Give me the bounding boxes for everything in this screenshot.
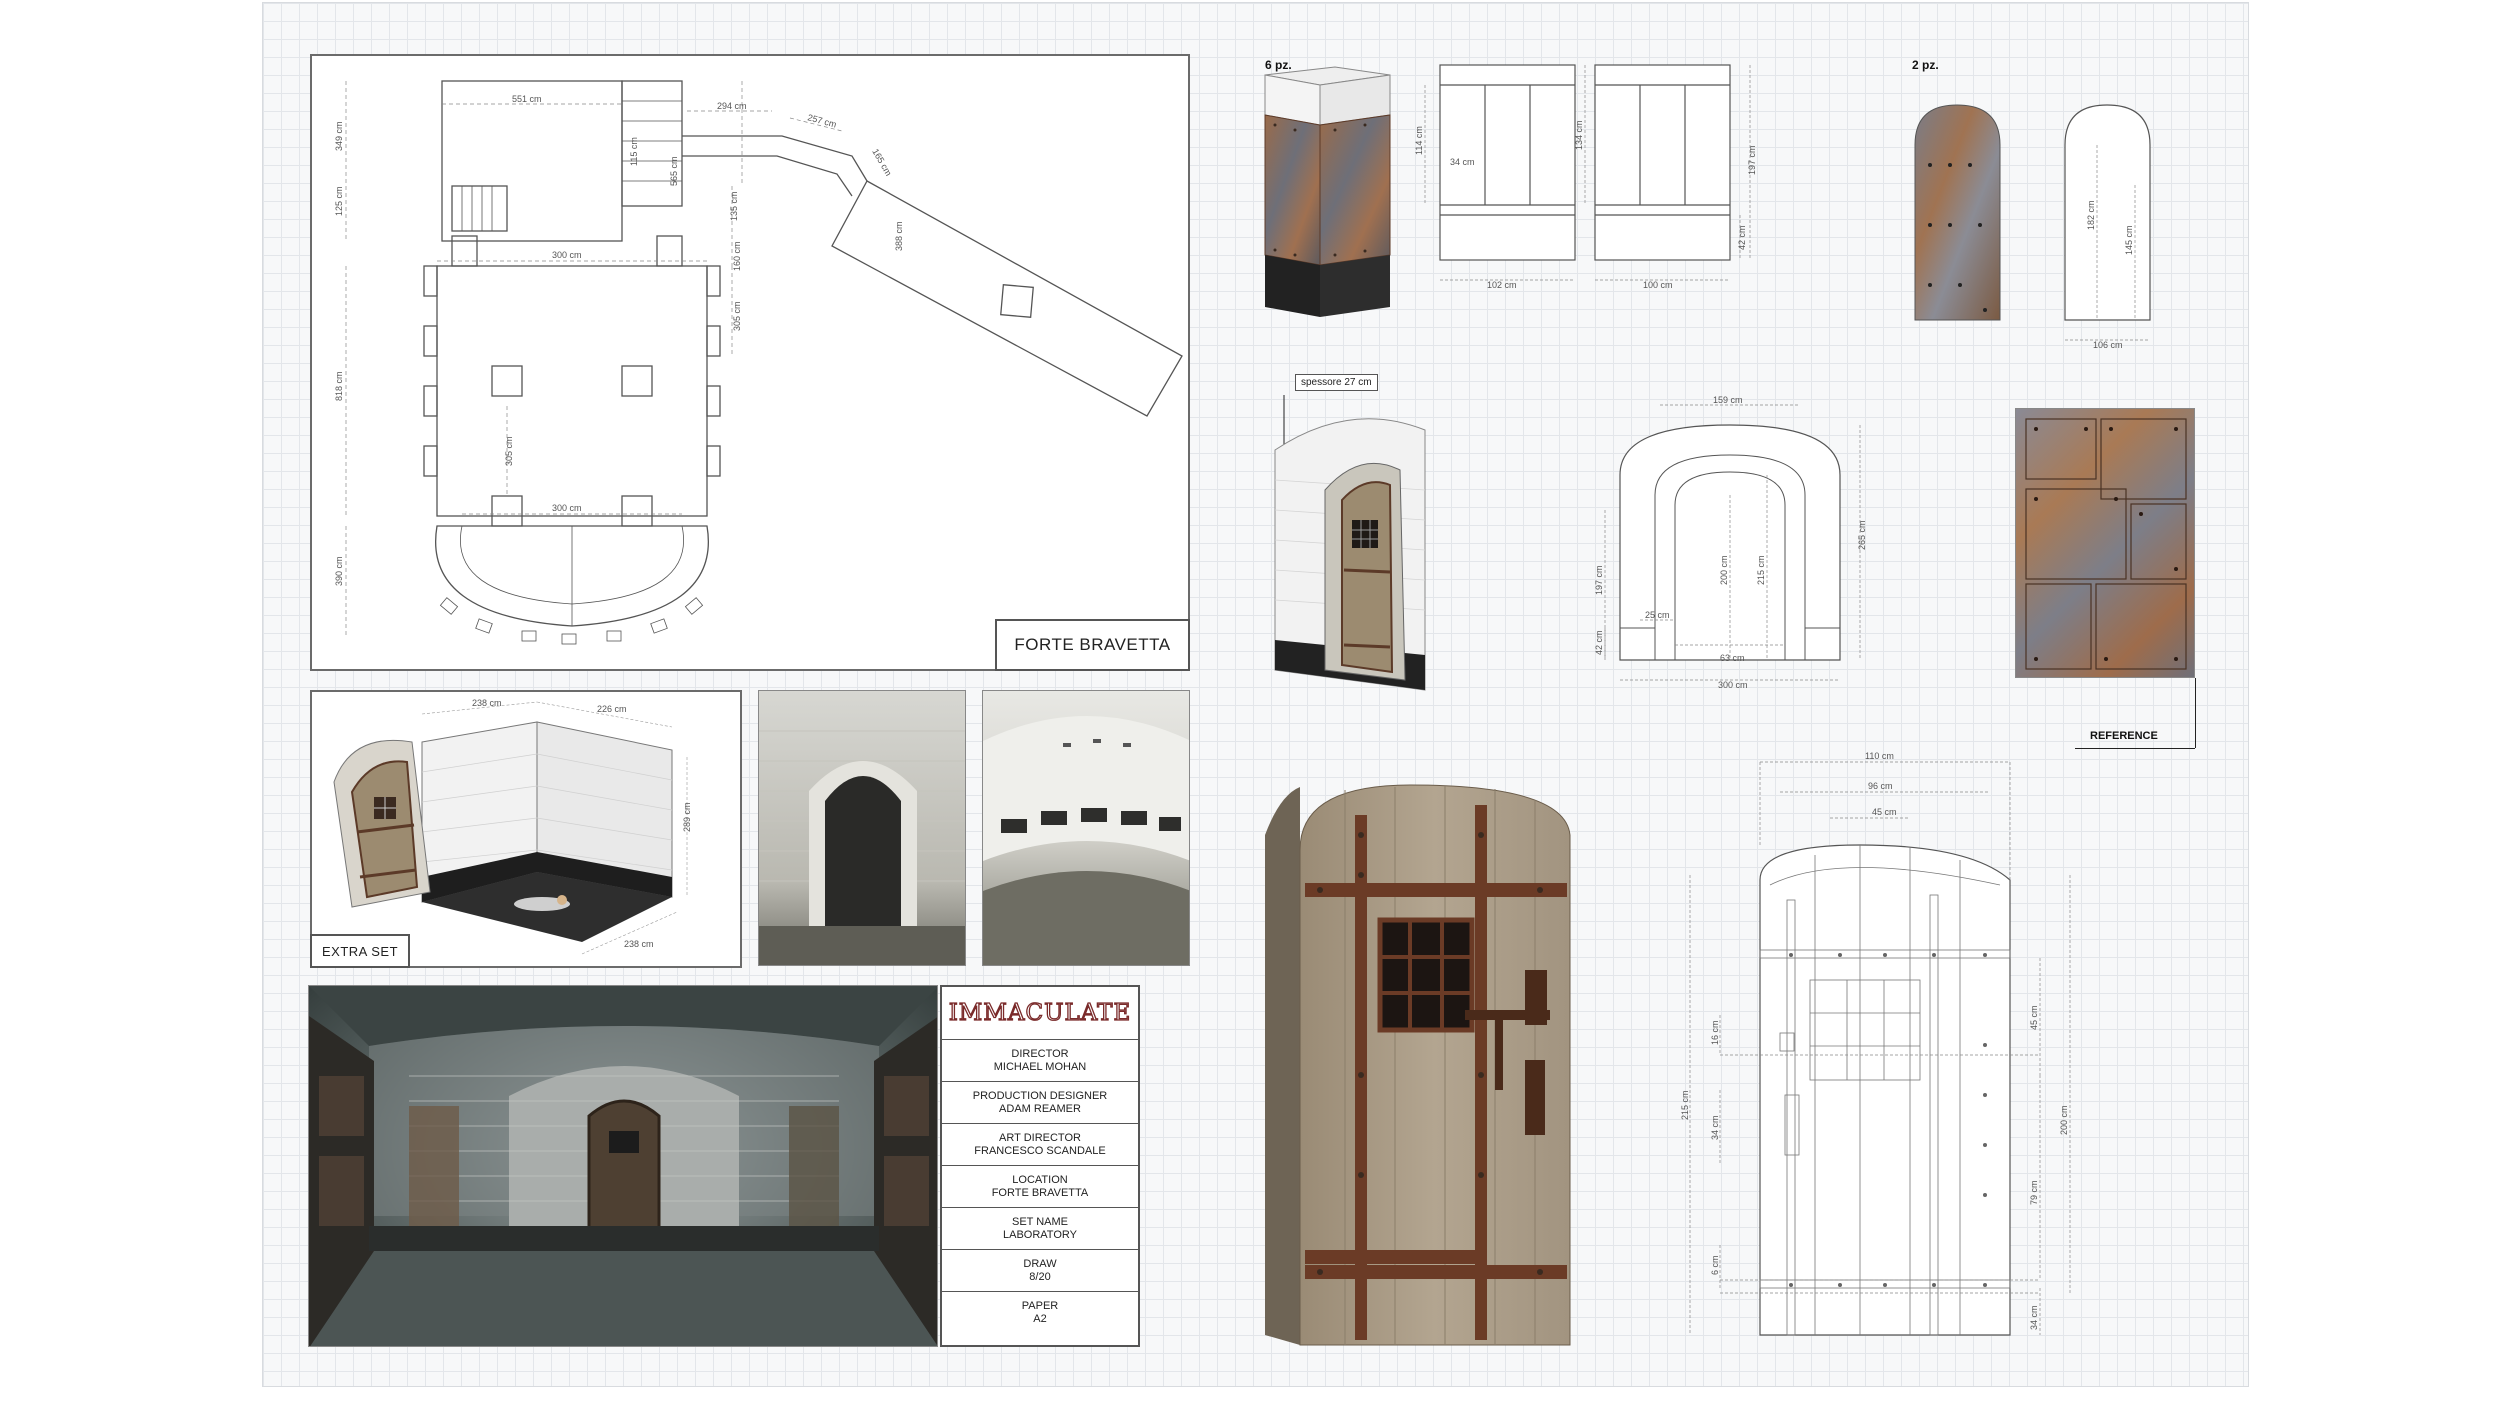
- svg-text:215 cm: 215 cm: [1756, 555, 1766, 585]
- svg-text:25 cm: 25 cm: [1645, 610, 1670, 620]
- svg-text:349 cm: 349 cm: [334, 121, 344, 151]
- svg-text:34 cm: 34 cm: [1450, 157, 1475, 167]
- svg-text:197 cm: 197 cm: [1594, 565, 1604, 595]
- svg-text:257 cm: 257 cm: [806, 112, 837, 129]
- svg-text:63 cm: 63 cm: [1720, 653, 1745, 663]
- svg-text:238 cm: 238 cm: [472, 698, 502, 708]
- title-block: IMMACULATE DIRECTOR MICHAEL MOHAN PRODUCT…: [940, 985, 1140, 1347]
- svg-text:300 cm: 300 cm: [1718, 680, 1748, 690]
- svg-text:818 cm: 818 cm: [334, 371, 344, 401]
- svg-text:100 cm: 100 cm: [1643, 280, 1673, 290]
- svg-text:114 cm: 114 cm: [1414, 126, 1424, 155]
- title-row-draw: DRAW 8/20: [942, 1249, 1138, 1291]
- extra-set-title: EXTRA SET: [310, 934, 410, 968]
- title-row-production-designer: PRODUCTION DESIGNER ADAM REAMER: [942, 1081, 1138, 1123]
- svg-text:197 cm: 197 cm: [1747, 145, 1757, 175]
- svg-text:294 cm: 294 cm: [717, 101, 747, 111]
- reference-label: REFERENCE: [2090, 730, 2158, 742]
- svg-text:42 cm: 42 cm: [1594, 630, 1604, 655]
- svg-text:305 cm: 305 cm: [504, 436, 514, 466]
- svg-text:226 cm: 226 cm: [597, 704, 627, 714]
- svg-text:45 cm: 45 cm: [2029, 1005, 2039, 1030]
- svg-text:300 cm: 300 cm: [552, 503, 582, 513]
- svg-text:145 cm: 145 cm: [2124, 225, 2134, 255]
- small-door-drawings: 182 cm 145 cm 106 cm: [1914, 104, 2151, 350]
- arch-drawings: 159 cm 197 cm 42 cm 25 cm 200 cm 215 cm …: [1274, 395, 1867, 691]
- floor-plan-drawing: 551 cm 294 cm 257 cm 165 cm 349 cm 125 c…: [334, 80, 1183, 645]
- svg-text:238 cm: 238 cm: [624, 939, 654, 949]
- location-photo-arch: [758, 690, 966, 966]
- svg-text:115 cm: 115 cm: [629, 137, 639, 166]
- svg-text:305 cm: 305 cm: [732, 301, 742, 331]
- title-row-paper: PAPER A2: [942, 1291, 1138, 1333]
- svg-text:159 cm: 159 cm: [1713, 395, 1743, 405]
- large-door-render: [1265, 784, 1571, 1346]
- set-render: [308, 985, 938, 1347]
- svg-text:182 cm: 182 cm: [2086, 200, 2096, 230]
- svg-text:265 cm: 265 cm: [1857, 520, 1867, 550]
- svg-text:200 cm: 200 cm: [2059, 1105, 2069, 1135]
- svg-text:16 cm: 16 cm: [1710, 1020, 1720, 1045]
- svg-text:390 cm: 390 cm: [334, 556, 344, 586]
- svg-text:96 cm: 96 cm: [1868, 781, 1893, 791]
- svg-text:165 cm: 165 cm: [870, 147, 893, 178]
- svg-text:135 cm: 135 cm: [729, 191, 739, 221]
- svg-text:289 cm: 289 cm: [682, 802, 692, 832]
- extra-set-drawing: 238 cm 226 cm 289 cm 238 cm: [333, 698, 692, 955]
- reference-leader-h: [2075, 748, 2195, 749]
- svg-text:200 cm: 200 cm: [1719, 555, 1729, 585]
- svg-text:42 cm: 42 cm: [1737, 225, 1747, 250]
- title-row-art-director: ART DIRECTOR FRANCESCO SCANDALE: [942, 1123, 1138, 1165]
- svg-text:160 cm: 160 cm: [732, 241, 742, 271]
- svg-text:34 cm: 34 cm: [2029, 1305, 2039, 1330]
- production-logo: IMMACULATE: [948, 999, 1132, 1026]
- reference-image: [2015, 408, 2195, 678]
- floor-plan-title: FORTE BRAVETTA: [995, 619, 1190, 671]
- extra-set-panel: 238 cm 226 cm 289 cm 238 cm EXTRA SET: [310, 690, 742, 968]
- title-row-location: LOCATION FORTE BRAVETTA: [942, 1165, 1138, 1207]
- svg-text:125 cm: 125 cm: [334, 186, 344, 216]
- reference-leader: [2195, 678, 2196, 748]
- title-row-set-name: SET NAME LABORATORY: [942, 1207, 1138, 1249]
- svg-text:6 cm: 6 cm: [1710, 1255, 1720, 1275]
- svg-text:79 cm: 79 cm: [2029, 1180, 2039, 1205]
- svg-text:45 cm: 45 cm: [1872, 807, 1897, 817]
- door-technical-drawing: 110 cm 96 cm 45 cm 16 cm 45 cm 215 cm 34…: [1680, 751, 2071, 1336]
- svg-text:34 cm: 34 cm: [1710, 1115, 1720, 1140]
- svg-text:300 cm: 300 cm: [552, 250, 582, 260]
- svg-text:134 cm: 134 cm: [1574, 120, 1584, 150]
- dim-text: 551 cm: [512, 94, 542, 104]
- svg-text:106 cm: 106 cm: [2093, 340, 2123, 350]
- svg-text:215 cm: 215 cm: [1680, 1090, 1690, 1120]
- svg-text:388 cm: 388 cm: [894, 221, 904, 251]
- title-row-director: DIRECTOR MICHAEL MOHAN: [942, 1039, 1138, 1081]
- svg-text:110 cm: 110 cm: [1865, 751, 1894, 761]
- floor-plan-panel: 551 cm 294 cm 257 cm 165 cm 349 cm 125 c…: [310, 54, 1190, 671]
- location-photo-room: [982, 690, 1190, 966]
- svg-text:102 cm: 102 cm: [1487, 280, 1517, 290]
- svg-text:565 cm: 565 cm: [669, 156, 679, 186]
